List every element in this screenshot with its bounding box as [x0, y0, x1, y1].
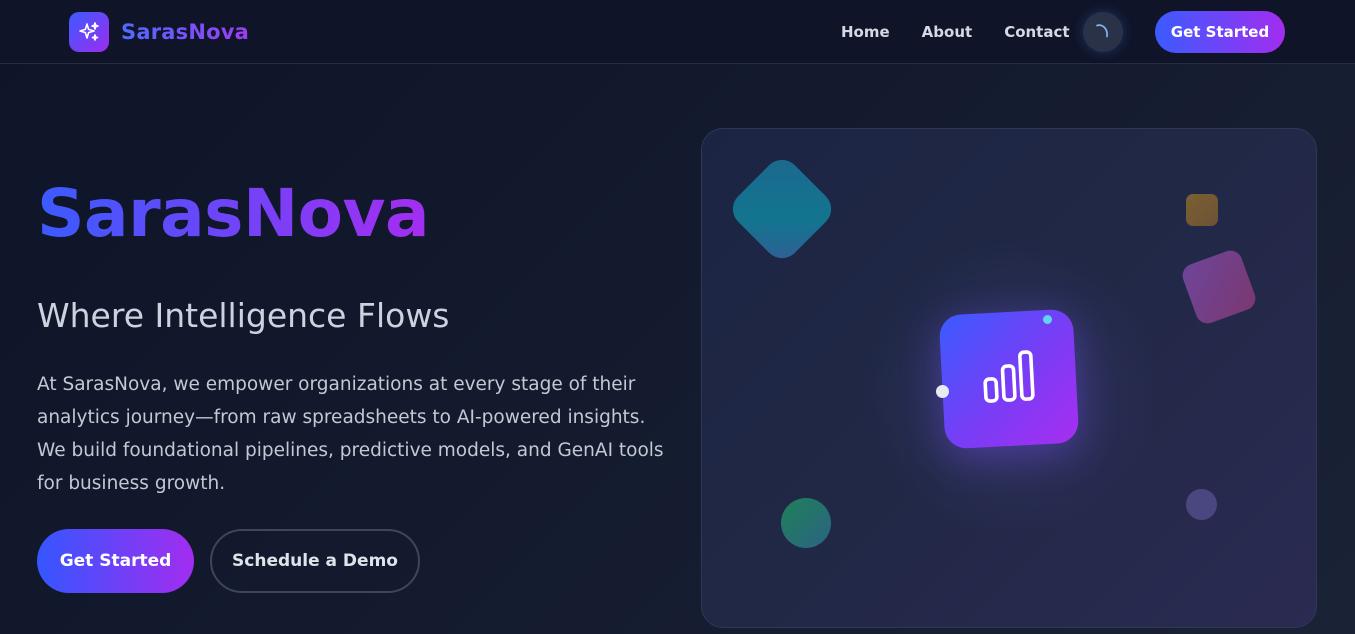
- hero-title: SarasNova: [37, 175, 430, 252]
- nav-links: Home About Contact: [841, 0, 1070, 64]
- navbar: SarasNova Home About Contact Get Started: [0, 0, 1355, 64]
- hero-subtitle: Where Intelligence Flows: [37, 296, 450, 335]
- hero-visual-card: [701, 128, 1317, 628]
- get-started-button[interactable]: Get Started: [37, 529, 194, 593]
- green-circle-shape: [781, 498, 831, 548]
- moon-icon: [1092, 20, 1114, 45]
- nav-link-about[interactable]: About: [922, 23, 973, 41]
- schedule-demo-button[interactable]: Schedule a Demo: [210, 529, 420, 593]
- amber-square-shape: [1186, 194, 1218, 226]
- nav-link-home[interactable]: Home: [841, 23, 890, 41]
- hero-description: At SarasNova, we empower organizations a…: [37, 374, 664, 494]
- theme-toggle-button[interactable]: [1083, 12, 1123, 52]
- pink-square-shape: [1179, 247, 1259, 327]
- brand-name: SarasNova: [121, 20, 249, 44]
- violet-circle-shape: [1186, 489, 1217, 520]
- nav-link-contact[interactable]: Contact: [1004, 23, 1069, 41]
- nav-get-started-button[interactable]: Get Started: [1155, 11, 1285, 53]
- center-analytics-tile: [938, 308, 1080, 450]
- cyan-dot: [1043, 315, 1052, 324]
- bar-chart-icon: [978, 347, 1039, 412]
- sparkles-icon: [69, 12, 109, 52]
- white-dot: [936, 385, 949, 398]
- teal-diamond-shape: [725, 152, 839, 266]
- brand[interactable]: SarasNova: [69, 12, 249, 52]
